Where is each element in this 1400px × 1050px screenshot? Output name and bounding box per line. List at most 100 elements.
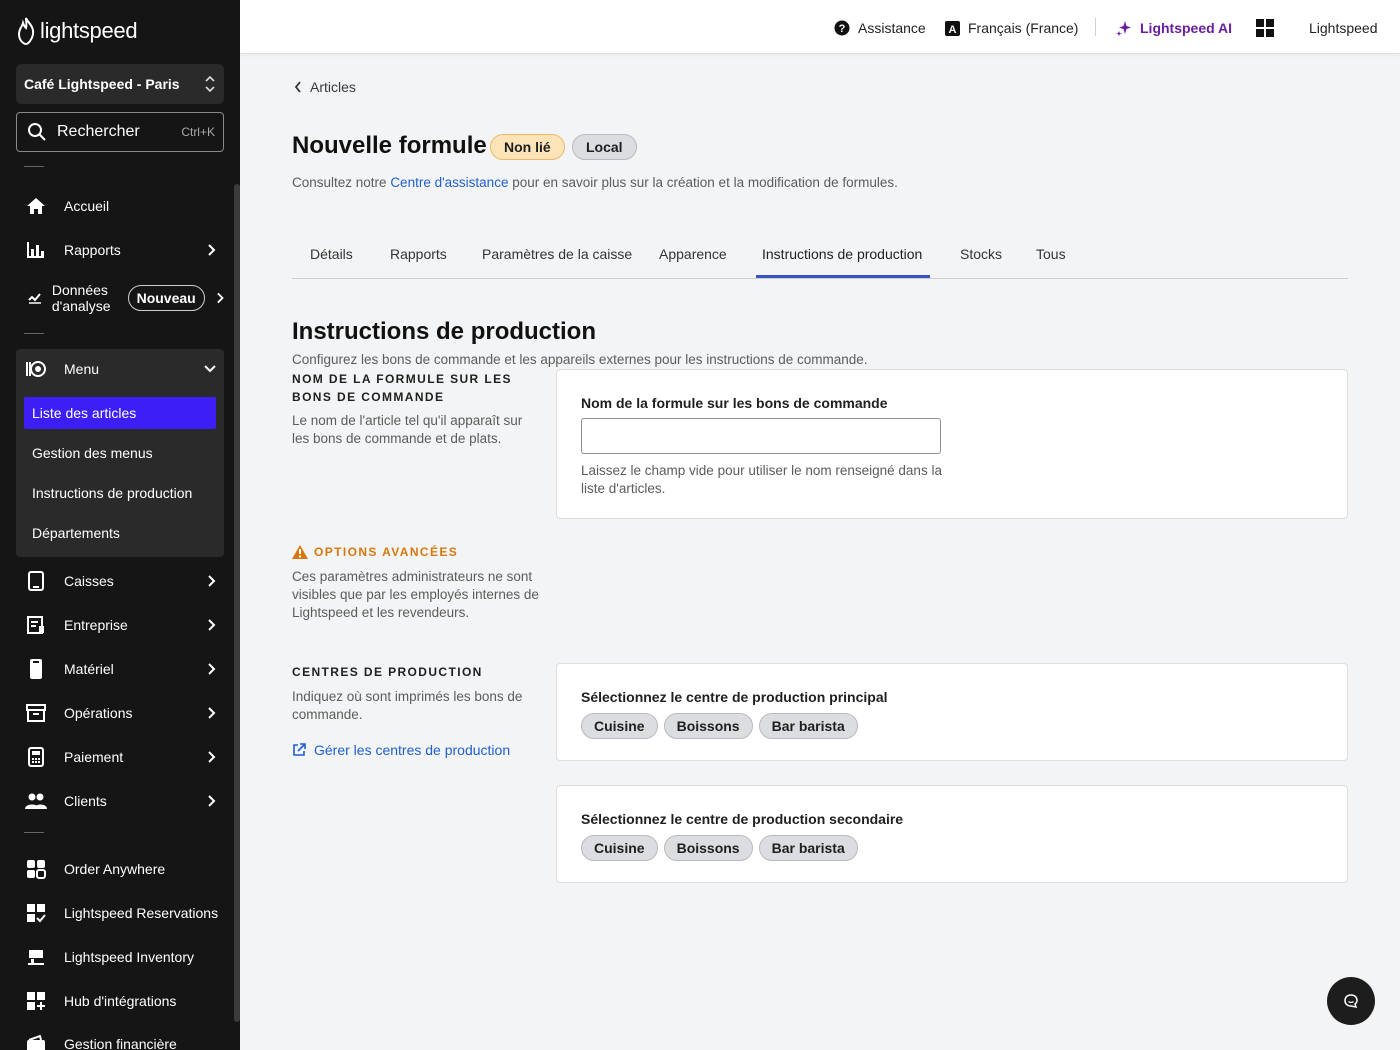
divider: [24, 832, 44, 833]
wallet-icon: [24, 1035, 48, 1050]
chevron-left-icon: [294, 81, 301, 93]
apps-button[interactable]: [1256, 18, 1274, 38]
sub-item-label: Liste des articles: [32, 405, 137, 421]
help-button[interactable]: ? Assistance: [834, 18, 926, 38]
advanced-options-label: OPTIONS AVANCÉES: [314, 545, 459, 559]
sub-item-label: Gestion des menus: [32, 445, 153, 461]
tab-rapports[interactable]: Rapports: [390, 246, 447, 278]
nav-label: Caisses: [64, 573, 114, 589]
inventory-icon: [24, 948, 48, 966]
divider: [24, 333, 44, 334]
device-icon: [24, 658, 48, 680]
chip-boissons[interactable]: Boissons: [663, 835, 753, 861]
primary-center-label: Sélectionnez le centre de production pri…: [581, 689, 888, 705]
chip-cuisine[interactable]: Cuisine: [581, 713, 658, 739]
nav-label: Lightspeed Reservations: [64, 905, 219, 921]
tab-stocks[interactable]: Stocks: [960, 246, 1002, 278]
nav-label: Hub d'intégrations: [64, 993, 177, 1009]
chevron-right-icon: [216, 292, 224, 304]
nav-item-clients[interactable]: Clients: [24, 785, 224, 817]
analytics-icon: [24, 292, 46, 304]
nav-item-hub-integrations[interactable]: Hub d'intégrations: [24, 985, 224, 1017]
nav-item-lightspeed-inventory[interactable]: Lightspeed Inventory: [24, 941, 224, 973]
external-link-icon: [293, 743, 306, 756]
search-label: Rechercher: [57, 123, 140, 140]
sub-item-liste-articles[interactable]: Liste des articles: [24, 397, 216, 429]
search-icon: [28, 123, 46, 141]
lightspeed-ai-button[interactable]: Lightspeed AI: [1116, 18, 1232, 38]
tab-apparence[interactable]: Apparence: [659, 246, 727, 278]
page-title: Nouvelle formule: [292, 132, 487, 159]
nav-item-order-anywhere[interactable]: Order Anywhere: [24, 853, 224, 885]
menu-group: Menu Liste des articles Gestion des menu…: [16, 349, 224, 557]
nav-item-gestion-financiere[interactable]: Gestion financière: [24, 1028, 224, 1050]
language-selector[interactable]: A Français (France): [945, 18, 1078, 38]
sub-item-departements[interactable]: Départements: [24, 517, 216, 549]
nav-item-donnees-analyse[interactable]: Données d'analyse Nouveau: [24, 278, 224, 318]
chip-bar-barista[interactable]: Bar barista: [758, 713, 858, 739]
lightspeed-logo[interactable]: lightspeed: [16, 16, 138, 46]
store-selector[interactable]: Café Lightspeed - Paris: [16, 64, 224, 104]
manage-link-label: Gérer les centres de production: [314, 742, 511, 758]
primary-center-options: Cuisine Boissons Bar barista: [581, 713, 858, 739]
sidebar: lightspeed Café Lightspeed - Paris Reche…: [0, 0, 240, 1050]
chat-button[interactable]: [1327, 977, 1375, 1025]
nav-item-materiel[interactable]: Matériel: [24, 653, 224, 685]
tab-tous[interactable]: Tous: [1036, 246, 1066, 278]
chevron-down-icon: [204, 365, 216, 373]
nav-label: Paiement: [64, 749, 124, 765]
chevron-right-icon: [208, 795, 216, 807]
chip-cuisine[interactable]: Cuisine: [581, 835, 658, 861]
status-badge-non-lie: Non lié: [490, 134, 565, 160]
chevron-right-icon: [208, 751, 216, 763]
tab-parametres-caisse[interactable]: Paramètres de la caisse: [482, 246, 632, 278]
search-button[interactable]: Rechercher Ctrl+K: [16, 112, 224, 152]
nav-item-caisses[interactable]: Caisses: [24, 565, 224, 597]
sidebar-scrollbar[interactable]: [234, 184, 240, 1022]
chip-bar-barista[interactable]: Bar barista: [758, 835, 858, 861]
sub-item-instructions-production[interactable]: Instructions de production: [24, 477, 216, 509]
primary-center-card: Sélectionnez le centre de production pri…: [556, 663, 1348, 761]
sub-item-gestion-menus[interactable]: Gestion des menus: [24, 437, 216, 469]
svg-text:?: ?: [839, 23, 846, 35]
bar-chart-icon: [24, 242, 48, 258]
chip-boissons[interactable]: Boissons: [663, 713, 753, 739]
nav-label: Menu: [64, 361, 100, 377]
language-icon: A: [945, 20, 960, 36]
manage-production-centers-link[interactable]: Gérer les centres de production: [292, 742, 510, 758]
ticket-name-description: Le nom de l'article tel qu'il apparaît s…: [292, 413, 523, 446]
nav-item-paiement[interactable]: Paiement: [24, 741, 224, 773]
nav-item-rapports[interactable]: Rapports: [24, 234, 224, 266]
account-label: Lightspeed: [1309, 20, 1378, 36]
chevron-right-icon: [208, 707, 216, 719]
nav-label: Gestion financière: [64, 1036, 177, 1050]
logo-text: lightspeed: [40, 18, 138, 43]
divider: [1095, 18, 1096, 36]
nav-item-entreprise[interactable]: Entreprise: [24, 609, 224, 641]
tablet-icon: [24, 571, 48, 591]
chevron-up-down-icon: [205, 75, 215, 93]
nav-label: Opérations: [64, 705, 133, 721]
breadcrumb[interactable]: Articles: [294, 79, 356, 95]
tab-instructions-production[interactable]: Instructions de production: [762, 246, 922, 278]
secondary-center-card: Sélectionnez le centre de production sec…: [556, 785, 1348, 883]
ticket-name-input[interactable]: [581, 418, 941, 454]
nav-label: Entreprise: [64, 617, 128, 633]
tab-details[interactable]: Détails: [310, 246, 353, 278]
ticket-name-card: Nom de la formule sur les bons de comman…: [556, 369, 1348, 519]
secondary-center-options: Cuisine Boissons Bar barista: [581, 835, 858, 861]
help-center-link[interactable]: Centre d'assistance: [390, 175, 508, 190]
nav-item-menu[interactable]: Menu: [24, 353, 224, 385]
nav-item-operations[interactable]: Opérations: [24, 697, 224, 729]
chat-icon: [1344, 994, 1358, 1008]
menu-book-icon: [24, 359, 48, 379]
nav-label: Lightspeed Inventory: [64, 949, 194, 965]
nav-item-accueil[interactable]: Accueil: [24, 190, 224, 222]
flame-icon: [17, 17, 35, 45]
section-title: Instructions de production: [292, 318, 596, 345]
help-icon: ?: [834, 20, 850, 36]
nav-item-lightspeed-reservations[interactable]: Lightspeed Reservations: [24, 897, 224, 929]
home-icon: [24, 197, 48, 215]
top-bar: ? Assistance A Français (France) Lightsp…: [240, 0, 1400, 54]
account-menu[interactable]: Lightspeed: [1309, 18, 1378, 38]
